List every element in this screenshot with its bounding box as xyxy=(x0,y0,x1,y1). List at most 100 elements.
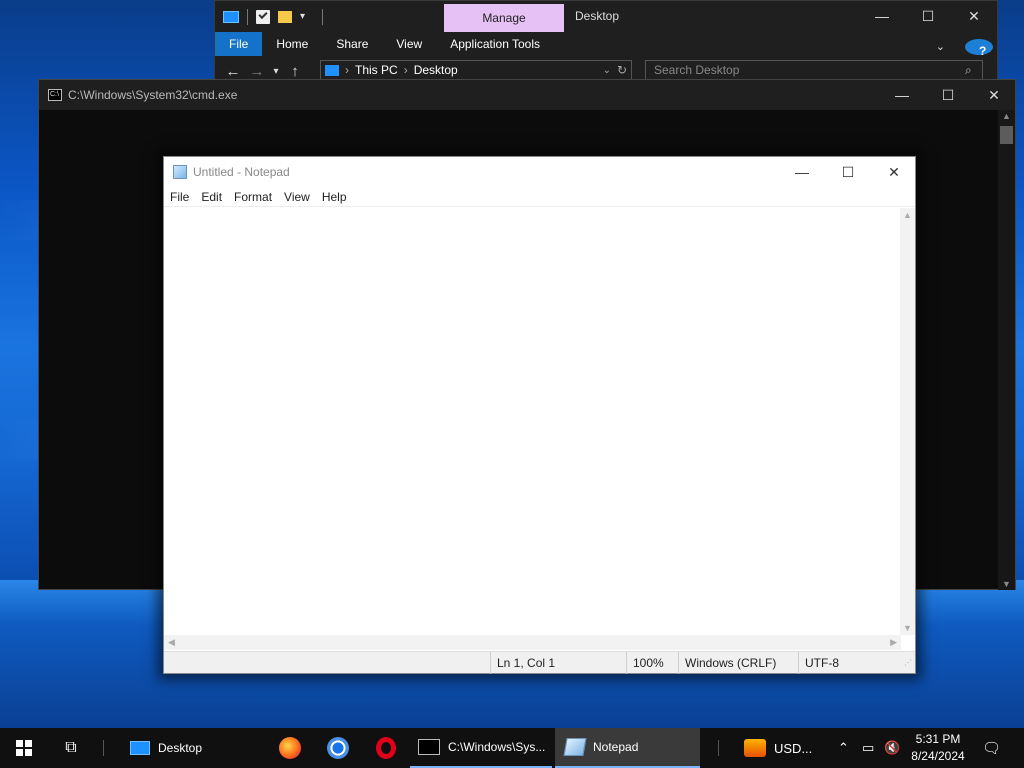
taskbar-notepad-label: Notepad xyxy=(593,740,639,754)
quick-access-toolbar: ▾ xyxy=(215,8,323,25)
search-icon: ⌕ xyxy=(965,63,972,77)
breadcrumb-separator-icon: › xyxy=(345,63,349,77)
show-hidden-icons-icon[interactable]: ⌃ xyxy=(838,728,849,768)
notifications-icon[interactable]: 🗨 xyxy=(982,728,1001,768)
address-dropdown-icon[interactable]: ⌄ xyxy=(603,65,611,76)
clock[interactable]: 5:31 PM 8/24/2024 xyxy=(906,731,970,765)
chromium-icon[interactable] xyxy=(314,728,362,768)
line-ending: Windows (CRLF) xyxy=(678,652,798,674)
minimize-icon[interactable]: — xyxy=(779,157,825,187)
explorer-titlebar: ▾ Manage Desktop — ☐ ✕ xyxy=(215,1,997,32)
breadcrumb-desktop[interactable]: Desktop xyxy=(414,63,458,77)
cmd-icon xyxy=(418,739,440,755)
windows-logo-icon xyxy=(16,740,32,756)
cursor-position: Ln 1, Col 1 xyxy=(490,652,626,674)
task-view-icon[interactable]: ⧉ xyxy=(48,728,94,768)
clock-date: 8/24/2024 xyxy=(911,749,965,763)
maximize-icon[interactable]: ☐ xyxy=(925,80,971,110)
notepad-menubar: File Edit Format View Help xyxy=(164,187,915,207)
menu-view[interactable]: View xyxy=(278,190,316,204)
scroll-up-icon[interactable]: ▲ xyxy=(1002,111,1011,121)
cmd-scrollbar[interactable]: ▲ ▼ xyxy=(998,110,1015,590)
notepad-icon xyxy=(173,165,187,179)
desktop-toolbar[interactable]: Desktop xyxy=(112,728,262,768)
scroll-down-icon[interactable]: ▼ xyxy=(903,623,912,633)
firefox-icon[interactable] xyxy=(266,728,314,768)
minimize-icon[interactable]: — xyxy=(879,80,925,110)
start-button[interactable] xyxy=(0,728,48,768)
new-folder-icon[interactable] xyxy=(278,10,292,23)
clock-time: 5:31 PM xyxy=(915,732,961,746)
ribbon-tabs: File Home Share View Application Tools ⌄… xyxy=(215,32,997,58)
chromium-logo xyxy=(327,737,349,759)
up-arrow-icon[interactable]: ↑ xyxy=(283,63,307,80)
tab-share[interactable]: Share xyxy=(322,32,382,56)
tab-file[interactable]: File xyxy=(215,32,263,56)
menu-edit[interactable]: Edit xyxy=(195,190,228,204)
breadcrumb-separator-icon: › xyxy=(403,63,408,77)
maximize-icon[interactable]: ☐ xyxy=(905,1,951,32)
menu-format[interactable]: Format xyxy=(228,190,278,204)
taskbar-cmd-label: C:\Windows\Sys... xyxy=(448,740,546,754)
taskbar-separator xyxy=(718,740,719,756)
taskbar-notepad[interactable]: Notepad xyxy=(555,728,700,768)
opera-icon[interactable] xyxy=(362,728,410,768)
refresh-icon[interactable]: ↻ xyxy=(617,63,627,77)
tab-view[interactable]: View xyxy=(382,32,436,56)
customize-toolbar-icon[interactable]: ▾ xyxy=(300,10,314,24)
scroll-down-icon[interactable]: ▼ xyxy=(1002,579,1011,589)
tab-home[interactable]: Home xyxy=(262,32,322,56)
notepad-icon xyxy=(563,738,587,756)
file-explorer-window: ▾ Manage Desktop — ☐ ✕ File Home Share V… xyxy=(214,0,998,90)
address-bar[interactable]: › This PC › Desktop ⌄ ↻ xyxy=(320,60,632,80)
menu-help[interactable]: Help xyxy=(316,190,353,204)
opera-logo xyxy=(376,737,396,759)
volume-muted-icon[interactable]: 🔇 xyxy=(884,728,900,768)
search-input[interactable]: Search Desktop xyxy=(645,60,983,80)
encoding: UTF-8 xyxy=(798,652,898,674)
resize-grip-icon[interactable]: ⋰ xyxy=(904,658,912,667)
vertical-scrollbar[interactable]: ▲ ▼ xyxy=(900,208,915,635)
cmd-icon: C:\ xyxy=(48,89,62,101)
close-icon[interactable]: ✕ xyxy=(871,157,917,187)
minimize-icon[interactable]: — xyxy=(859,1,905,32)
breadcrumb-this-pc[interactable]: This PC xyxy=(355,63,398,77)
help-icon[interactable]: ? xyxy=(965,39,993,58)
taskbar-cmd[interactable]: C:\Windows\Sys... xyxy=(410,728,552,768)
taskbar: ⧉ Desktop C:\Windows\Sys... Notepad USD.… xyxy=(0,728,1024,768)
notepad-window: Untitled - Notepad — ☐ ✕ File Edit Forma… xyxy=(163,156,916,674)
explorer-title: Desktop xyxy=(575,9,620,23)
maximize-icon[interactable]: ☐ xyxy=(825,157,871,187)
forward-arrow-icon[interactable]: → xyxy=(245,63,269,80)
tab-application-tools[interactable]: Application Tools xyxy=(436,32,554,56)
firefox-logo xyxy=(279,737,301,759)
notepad-title: Untitled - Notepad xyxy=(193,165,290,179)
cmd-titlebar: C:\ C:\Windows\System32\cmd.exe — ☐ ✕ xyxy=(39,80,1015,110)
scroll-up-icon[interactable]: ▲ xyxy=(903,210,912,220)
horizontal-scrollbar[interactable]: ◀ ▶ xyxy=(164,635,901,650)
this-pc-icon[interactable] xyxy=(223,10,239,23)
recent-locations-icon[interactable]: ▾ xyxy=(269,66,283,77)
zoom-level: 100% xyxy=(626,652,678,674)
scroll-left-icon[interactable]: ◀ xyxy=(168,637,175,648)
toolbar-separator xyxy=(322,8,323,25)
notepad-titlebar: Untitled - Notepad — ☐ ✕ xyxy=(164,157,915,187)
desktop-icon xyxy=(130,741,150,755)
back-arrow-icon[interactable]: ← xyxy=(221,63,245,80)
properties-icon[interactable] xyxy=(256,9,270,24)
status-bar: Ln 1, Col 1 100% Windows (CRLF) UTF-8 ⋰ xyxy=(164,651,915,674)
scroll-right-icon[interactable]: ▶ xyxy=(890,637,897,648)
weather-label: USD... xyxy=(774,740,813,756)
manage-tab[interactable]: Manage xyxy=(444,4,564,32)
toolbar-separator xyxy=(247,8,248,25)
weather-icon xyxy=(744,739,766,757)
this-pc-icon xyxy=(325,64,339,76)
network-icon[interactable]: ▭ xyxy=(862,728,874,768)
close-icon[interactable]: ✕ xyxy=(951,1,997,32)
close-icon[interactable]: ✕ xyxy=(971,80,1017,110)
notepad-text-area[interactable] xyxy=(164,208,901,635)
weather-widget[interactable]: USD... xyxy=(744,728,812,768)
scroll-thumb[interactable] xyxy=(1000,126,1013,144)
desktop-toolbar-label: Desktop xyxy=(158,741,203,755)
menu-file[interactable]: File xyxy=(164,190,195,204)
